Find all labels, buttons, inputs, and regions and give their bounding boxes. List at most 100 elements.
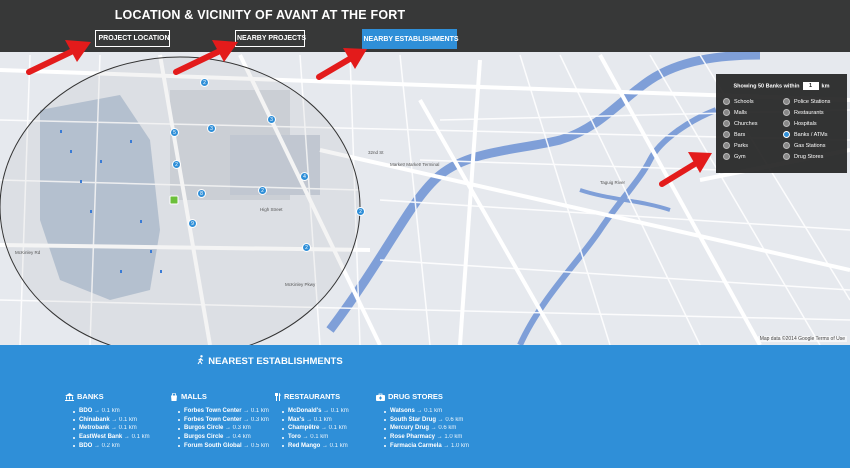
filter-option-schools[interactable]: Schools (723, 98, 754, 105)
list-item[interactable]: Chinabank → 0.1 km (73, 417, 150, 423)
cutlery-icon (275, 392, 281, 401)
restaurants-column: RESTAURANTS McDonald's → 0.1 km Max's → … (274, 392, 349, 451)
filter-option-churches[interactable]: Churches (723, 120, 758, 127)
list-item[interactable]: Toro → 0.1 km (282, 434, 349, 440)
radio-icon[interactable] (723, 98, 730, 105)
map-marker[interactable]: 8 (197, 189, 206, 198)
list-item[interactable]: Champêtre → 0.1 km (282, 425, 349, 431)
radio-icon[interactable] (783, 120, 790, 127)
filter-option-police-stations[interactable]: Police Stations (783, 98, 830, 105)
map-marker[interactable]: 4 (300, 172, 309, 181)
filter-option-gas-stations[interactable]: Gas Stations (783, 142, 826, 149)
tab-nearby-establishments[interactable]: NEARBY ESTABLISHMENTS (362, 29, 459, 49)
map-marker[interactable]: 2 (172, 160, 181, 169)
column-heading: MALLS (170, 392, 269, 401)
item-distance: → 1.0 km (443, 442, 470, 449)
tab-label: NEARBY PROJECTS (236, 35, 307, 42)
list-item[interactable]: Farmacia Carmela → 1.0 km (384, 443, 469, 449)
item-distance: → 0.1 km (323, 408, 349, 414)
list-item[interactable]: EastWest Bank → 0.1 km (73, 434, 150, 440)
item-distance: → 0.1 km (111, 425, 137, 432)
filter-option-label: Schools (734, 98, 754, 105)
radio-icon[interactable] (783, 142, 790, 149)
map-marker[interactable]: 2 (302, 243, 311, 252)
filter-option-bars[interactable]: Bars (723, 131, 745, 138)
shopping-bag-icon (171, 392, 177, 401)
banks-column: BANKS BDO → 0.1 km Chinabank → 0.1 km Me… (65, 392, 150, 451)
filter-option-label: Hospitals (794, 120, 817, 127)
item-distance: → 1.0 km (436, 434, 463, 441)
radio-icon[interactable] (723, 153, 730, 160)
tab-project-location[interactable]: PROJECT LOCATION (95, 30, 170, 47)
list-item[interactable]: Burgos Circle → 0.4 km (178, 434, 269, 440)
tab-nearby-projects[interactable]: NEARBY PROJECTS (235, 30, 307, 47)
list-item[interactable]: Rose Pharmacy → 1.0 km (384, 434, 469, 440)
list-item[interactable]: BDO → 0.2 km (73, 443, 150, 449)
walking-icon (197, 355, 204, 365)
header-bar: LOCATION & VICINITY OF AVANT AT THE FORT… (0, 0, 850, 52)
radio-icon[interactable] (783, 153, 790, 160)
item-name: Red Mango (288, 442, 321, 449)
filter-option-label: Churches (734, 120, 758, 127)
list-item[interactable]: Watsons → 0.1 km (384, 408, 469, 414)
radius-km-input[interactable]: 1 (802, 82, 819, 90)
map-label: McKinley Pkwy (285, 282, 316, 287)
list-item[interactable]: Red Mango → 0.1 km (282, 443, 349, 449)
item-name: Mercury Drug (390, 425, 430, 432)
item-distance: → 0.1 km (321, 425, 347, 432)
list-item[interactable]: Forbes Town Center → 0.3 km (178, 417, 269, 423)
column-heading: RESTAURANTS (274, 392, 349, 401)
item-name: Toro (288, 434, 301, 441)
filter-option-banks-atms[interactable]: Banks / ATMs (783, 131, 828, 138)
map-marker[interactable]: 2 (356, 207, 365, 216)
list-item[interactable]: Metrobank → 0.1 km (73, 425, 150, 431)
filter-option-label: Restaurants (794, 109, 824, 116)
list-item[interactable]: Mercury Drug → 0.6 km (384, 425, 469, 431)
arrow-icon (316, 48, 367, 80)
item-name: Farmacia Carmela (390, 442, 442, 449)
item-distance: → 0.1 km (94, 408, 120, 414)
item-name: Rose Pharmacy (390, 434, 436, 441)
radio-icon[interactable] (783, 98, 790, 105)
map-marker[interactable]: 3 (207, 124, 216, 133)
item-name: Chinabank (79, 416, 110, 423)
list-item[interactable]: BDO → 0.1 km (73, 408, 150, 414)
list-item[interactable]: Forbes Town Center → 0.1 km (178, 408, 269, 414)
radio-icon[interactable] (723, 142, 730, 149)
list-item[interactable]: South Star Drug → 0.6 km (384, 417, 469, 423)
map-marker[interactable]: 9 (188, 219, 197, 228)
map-marker[interactable]: 2 (258, 186, 267, 195)
filter-option-drug-stores[interactable]: Drug Stores (783, 153, 823, 160)
tab-label: NEARBY ESTABLISHMENTS (363, 35, 459, 43)
list-item[interactable]: Burgos Circle → 0.3 km (178, 425, 269, 431)
list-item[interactable]: Max's → 0.1 km (282, 417, 349, 423)
filter-option-label: Banks / ATMs (794, 131, 828, 138)
filter-option-restaurants[interactable]: Restaurants (783, 109, 824, 116)
filter-option-parks[interactable]: Parks (723, 142, 748, 149)
radio-icon[interactable] (723, 131, 730, 138)
filter-option-hospitals[interactable]: Hospitals (783, 120, 817, 127)
column-heading-text: RESTAURANTS (284, 392, 341, 401)
map-marker[interactable]: 3 (267, 115, 276, 124)
radio-icon[interactable] (783, 109, 790, 116)
item-distance: → 0.6 km (430, 425, 457, 432)
list-item[interactable]: McDonald's → 0.1 km (282, 408, 349, 414)
item-distance: → 0.1 km (322, 442, 348, 449)
banks-list: BDO → 0.1 km Chinabank → 0.1 km Metroban… (65, 408, 150, 449)
radio-checked-icon[interactable] (783, 131, 790, 138)
filter-option-malls[interactable]: Malls (723, 109, 747, 116)
map-label: McKinley Rd (15, 250, 41, 255)
item-distance: → 0.1 km (243, 408, 269, 414)
radio-icon[interactable] (723, 109, 730, 116)
radio-icon[interactable] (723, 120, 730, 127)
column-heading-text: MALLS (181, 392, 207, 401)
malls-column: MALLS Forbes Town Center → 0.1 km Forbes… (170, 392, 269, 451)
item-name: Burgos Circle (184, 425, 224, 432)
list-item[interactable]: Forum South Global → 0.5 km (178, 443, 269, 449)
filter-heading-text: Showing 50 Banks within (733, 83, 800, 90)
map-marker[interactable]: 5 (170, 128, 179, 137)
item-distance: → 0.6 km (437, 416, 464, 423)
column-heading: BANKS (65, 392, 150, 401)
map-marker[interactable]: 2 (200, 78, 209, 87)
filter-option-gym[interactable]: Gym (723, 153, 746, 160)
